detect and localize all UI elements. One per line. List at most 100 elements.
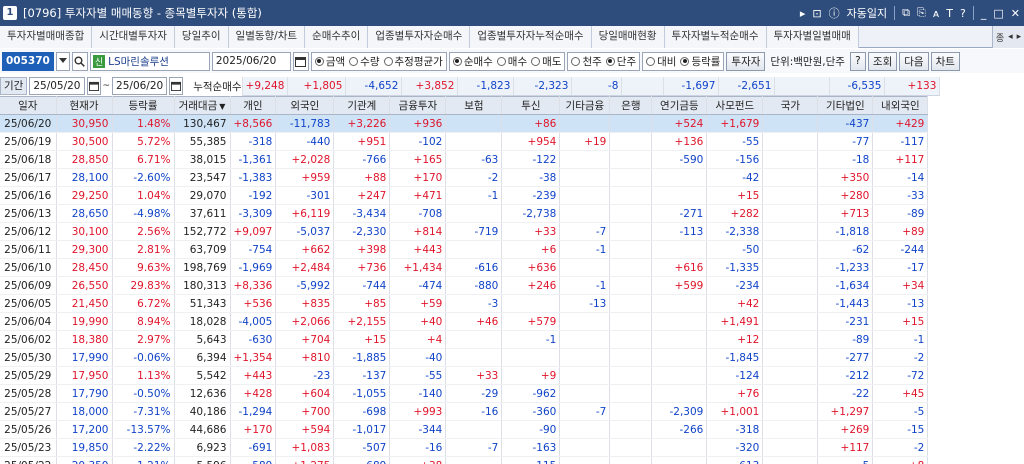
table-row[interactable]: 25/05/23 19,850 -2.22% 6,923 -691 +1,083 -507-… [0, 438, 929, 457]
table-cell: +616 [651, 258, 708, 277]
table-cell: -1,055 [333, 384, 391, 403]
tab-scroll[interactable]: 종 ◂ ▸ [992, 26, 1024, 48]
help-button[interactable]: ? [849, 51, 866, 71]
table-row[interactable]: 25/06/10 28,450 9.63% 198,769 -1,969 +2,484 +7… [0, 258, 929, 277]
tab-investor-daily-trade[interactable]: 투자자별일별매매 [766, 26, 859, 48]
table-row[interactable]: 25/05/26 17,200 -13.57% 44,686 +170 +594 -1,01… [0, 420, 929, 439]
table-row[interactable]: 25/06/18 28,850 6.71% 38,015 -1,361 +2,028 -76… [0, 150, 929, 169]
table-row[interactable]: 25/05/29 17,950 1.13% 5,542 +443 -23 -137 -55 +3… [0, 366, 929, 385]
col-trust[interactable]: 투신 [501, 96, 561, 115]
stock-code-field[interactable]: 005370 [2, 51, 54, 71]
calendar-icon[interactable] [292, 51, 309, 71]
dropdown-arrow-icon[interactable] [55, 51, 70, 71]
tab-daily-chart[interactable]: 일별동향/차트 [228, 26, 306, 48]
tab-investor-cum-net-buy[interactable]: 투자자별누적순매수 [664, 26, 767, 48]
radio-net-buy[interactable]: 순매수 [452, 54, 493, 69]
tab-intraday-trend[interactable]: 당일추이 [174, 26, 229, 48]
investor-button[interactable]: 투자자 [726, 51, 766, 71]
font-icon[interactable]: T [946, 7, 953, 20]
chart-button[interactable]: 차트 [930, 51, 960, 71]
col-private-fund[interactable]: 사모펀드 [706, 96, 764, 115]
col-individual[interactable]: 개인 [230, 96, 277, 115]
screen-icon[interactable]: ⊡ [812, 7, 821, 20]
table-row[interactable]: 25/06/05 21,450 6.72% 51,343 +536 +835 +85 +59-… [0, 294, 929, 313]
col-domestic-foreign[interactable]: 내외국인 [872, 96, 929, 115]
table-row[interactable]: 25/06/19 30,500 5.72% 55,385 -318 -440 +951 -10… [0, 132, 929, 151]
autolink-label[interactable]: 자동일지 [847, 5, 887, 21]
table-cell: -880 [445, 276, 503, 295]
table-row[interactable]: 25/06/20 30,950 1.48% 130,467 +8,566 -11,783 +… [0, 114, 929, 133]
table-cell: -344 [389, 420, 447, 439]
table-row[interactable]: 25/05/2220,350-1.21%5,596-589+1,275-689+… [0, 456, 929, 464]
radio-change[interactable]: 대비 [646, 54, 676, 69]
period-from-field[interactable]: 25/05/20 [29, 77, 85, 95]
tab-time-investor[interactable]: 시간대별투자자 [92, 26, 175, 48]
col-date[interactable]: 일자 [0, 96, 57, 115]
table-cell: +280 [817, 186, 874, 205]
tab-net-buy-trend[interactable]: 순매수추이 [305, 26, 369, 48]
col-other-corp[interactable]: 기타법인 [817, 96, 874, 115]
table-row[interactable]: 25/06/16 29,250 1.04% 29,070 -192 -301 +247 +47… [0, 186, 929, 205]
col-pension[interactable]: 연기금등 [651, 96, 708, 115]
table-row[interactable]: 25/06/12 30,100 2.56% 152,772 +9,097 -5,037 -2… [0, 222, 929, 241]
table-row[interactable]: 25/06/02 18,380 2.97% 5,643 -630 +704 +15 +4 -1 +… [0, 330, 929, 349]
col-institution[interactable]: 기관계 [333, 96, 391, 115]
col-financial-investment[interactable]: 금융투자 [389, 96, 447, 115]
radio-amount[interactable]: 금액 [314, 54, 345, 69]
table-row[interactable]: 25/05/27 18,000 -7.31% 40,186 -1,294 +700 -698… [0, 402, 929, 421]
tab-sector-cum-net-buy[interactable]: 업종별투자자누적순매수 [470, 26, 592, 48]
calendar-icon[interactable] [169, 77, 184, 95]
col-other-finance[interactable]: 기타금융 [559, 96, 611, 115]
search-icon[interactable] [71, 51, 88, 71]
sum-bank [621, 77, 665, 96]
table-row[interactable]: 25/06/04 19,990 8.94% 18,028 -4,005 +2,066 +2,… [0, 312, 929, 331]
col-change-rate[interactable]: 등락률 [112, 96, 175, 115]
sort-down-icon[interactable]: ▼ [219, 102, 225, 111]
play-icon[interactable]: ▸ [800, 7, 806, 20]
table-row[interactable]: 25/06/17 28,100 -2.60% 23,547 -1,383 +959 +88 +… [0, 168, 929, 187]
radio-estimated-avg[interactable]: 추정평균가 [383, 54, 443, 69]
copy-icon[interactable]: ⎘ [917, 6, 926, 20]
chevron-right-icon[interactable]: ▸ [1017, 32, 1022, 42]
table-row[interactable]: 25/05/28 17,790 -0.50% 12,636 +428 +604 -1,055… [0, 384, 929, 403]
table-cell: 5,643 [174, 330, 231, 349]
col-volume-amount[interactable]: 거래대금 ▼ [174, 96, 231, 115]
col-price[interactable]: 현재가 [56, 96, 113, 115]
radio-single-shares[interactable]: 단주 [605, 54, 636, 69]
close-icon[interactable]: ✕ [1011, 7, 1020, 20]
next-button[interactable]: 다음 [899, 51, 929, 71]
radio-change-rate[interactable]: 등락률 [680, 54, 720, 69]
date-field[interactable]: 2025/06/20 [211, 51, 291, 71]
col-foreign[interactable]: 외국인 [275, 96, 335, 115]
stock-name-field[interactable]: 신 LS마린솔루션 [89, 51, 210, 71]
maximize-icon[interactable]: □ [993, 7, 1003, 20]
table-row[interactable]: 25/05/30 17,990 -0.06% 6,394 +1,354 +810 -1,88… [0, 348, 929, 367]
col-insurance[interactable]: 보험 [445, 96, 503, 115]
table-cell: 18,028 [174, 312, 231, 331]
tab-daily-trade-status[interactable]: 당일매매현황 [591, 26, 665, 48]
period-to-field[interactable]: 25/06/20 [112, 77, 168, 95]
table-cell: -113 [651, 222, 708, 241]
help-icon[interactable]: ? [960, 7, 966, 20]
tab-sector-net-buy[interactable]: 업종별투자자순매수 [368, 26, 471, 48]
col-bank[interactable]: 은행 [609, 96, 653, 115]
info-icon[interactable]: ⓘ [829, 5, 840, 21]
radio-thousand-shares[interactable]: 천주 [571, 54, 602, 69]
col-nation[interactable]: 국가 [762, 96, 819, 115]
minimize-icon[interactable]: _ [981, 7, 987, 20]
radio-buy[interactable]: 매수 [496, 54, 527, 69]
table-cell: -62 [817, 240, 874, 259]
radio-quantity[interactable]: 수량 [349, 54, 380, 69]
sum-nation [774, 77, 831, 96]
calendar-icon[interactable] [86, 77, 101, 95]
query-button[interactable]: 조회 [867, 51, 898, 71]
tab-investor-summary[interactable]: 투자자별매매종합 [0, 26, 93, 48]
table-row[interactable]: 25/06/09 26,550 29.83% 180,313 +8,336 -5,992-… [0, 276, 929, 295]
table-cell: -55 [706, 132, 764, 151]
table-row[interactable]: 25/06/11 29,300 2.81% 63,709 -754 +662 +398 +44… [0, 240, 929, 259]
tile-icon[interactable]: ⧉ [902, 6, 910, 20]
radio-sell[interactable]: 매도 [531, 54, 561, 69]
table-row[interactable]: 25/06/13 28,650 -4.98% 37,611 -3,309 +6,119 -3… [0, 204, 929, 223]
font-small-icon[interactable]: ᴀ [933, 7, 940, 20]
chevron-left-icon[interactable]: ◂ [1008, 32, 1013, 42]
